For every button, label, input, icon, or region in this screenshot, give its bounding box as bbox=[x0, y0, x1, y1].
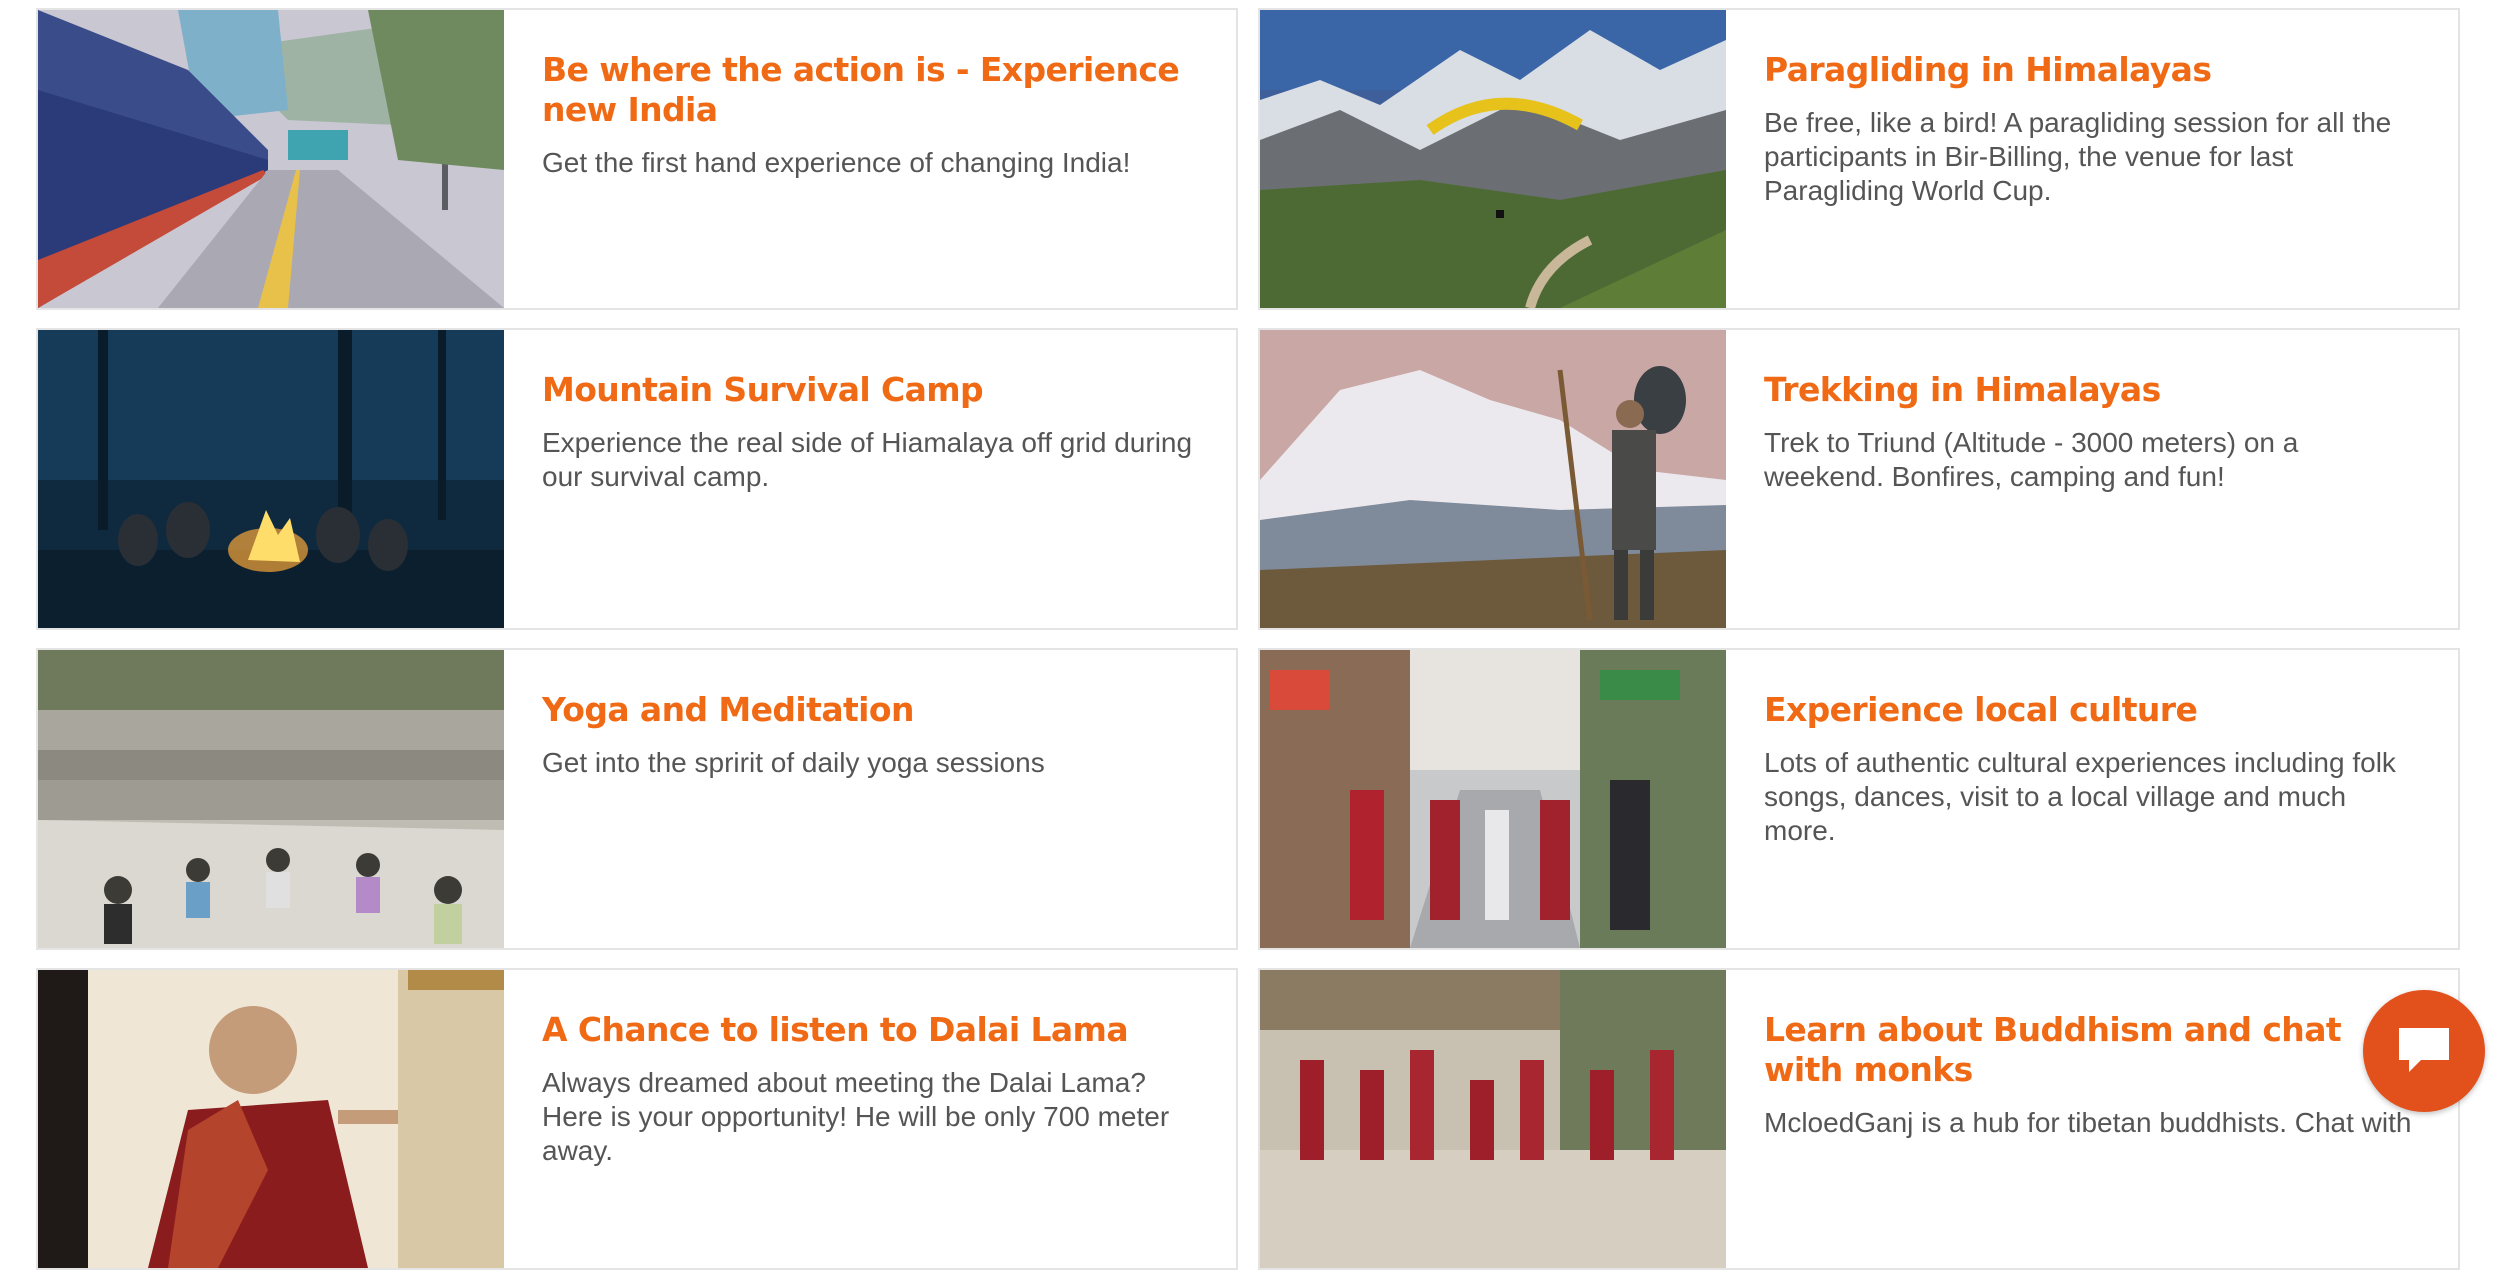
card-description: Always dreamed about meeting the Dalai L… bbox=[542, 1067, 1170, 1166]
experience-grid: Be where the action is - Experience new … bbox=[36, 8, 2462, 1270]
dalai-lama-image bbox=[38, 970, 504, 1268]
card-description: Experience the real side of Hiamalaya of… bbox=[542, 427, 1193, 492]
card-description: Be free, like a bird! A paragliding sess… bbox=[1764, 107, 2392, 206]
card-title[interactable]: Trekking in Himalayas bbox=[1764, 370, 2420, 410]
card-title[interactable]: Paragliding in Himalayas bbox=[1764, 50, 2420, 90]
chat-bubble-icon bbox=[2399, 1028, 2449, 1072]
experience-card[interactable]: Mountain Survival Camp Experience the re… bbox=[36, 328, 1238, 630]
chat-widget-button[interactable] bbox=[2363, 990, 2485, 1112]
paragliding-image bbox=[1260, 10, 1726, 308]
experience-card[interactable]: Be where the action is - Experience new … bbox=[36, 8, 1238, 310]
yoga-image bbox=[38, 650, 504, 948]
card-description: McloedGanj is a hub for tibetan buddhist… bbox=[1764, 1107, 2412, 1138]
card-title[interactable]: Experience local culture bbox=[1764, 690, 2420, 730]
card-title[interactable]: A Chance to listen to Dalai Lama bbox=[542, 1010, 1198, 1050]
experience-card[interactable]: Learn about Buddhism and chat with monks… bbox=[1258, 968, 2460, 1270]
experience-card[interactable]: Yoga and Meditation Get into the spririt… bbox=[36, 648, 1238, 950]
experience-card[interactable]: A Chance to listen to Dalai Lama Always … bbox=[36, 968, 1238, 1270]
local-culture-image bbox=[1260, 650, 1726, 948]
card-description: Get the first hand experience of changin… bbox=[542, 147, 1131, 178]
experience-card[interactable]: Paragliding in Himalayas Be free, like a… bbox=[1258, 8, 2460, 310]
campfire-image bbox=[38, 330, 504, 628]
card-description: Trek to Triund (Altitude - 3000 meters) … bbox=[1764, 427, 2299, 492]
card-title[interactable]: Mountain Survival Camp bbox=[542, 370, 1198, 410]
card-title[interactable]: Yoga and Meditation bbox=[542, 690, 1198, 730]
experience-card[interactable]: Experience local culture Lots of authent… bbox=[1258, 648, 2460, 950]
card-title[interactable]: Learn about Buddhism and chat with monks bbox=[1764, 1010, 2420, 1090]
card-title[interactable]: Be where the action is - Experience new … bbox=[542, 50, 1198, 130]
card-description: Get into the spririt of daily yoga sessi… bbox=[542, 747, 1045, 778]
railway-platform-image bbox=[38, 10, 504, 308]
experience-card[interactable]: Trekking in Himalayas Trek to Triund (Al… bbox=[1258, 328, 2460, 630]
monks-courtyard-image bbox=[1260, 970, 1726, 1268]
trekking-image bbox=[1260, 330, 1726, 628]
card-description: Lots of authentic cultural experiences i… bbox=[1764, 747, 2396, 846]
